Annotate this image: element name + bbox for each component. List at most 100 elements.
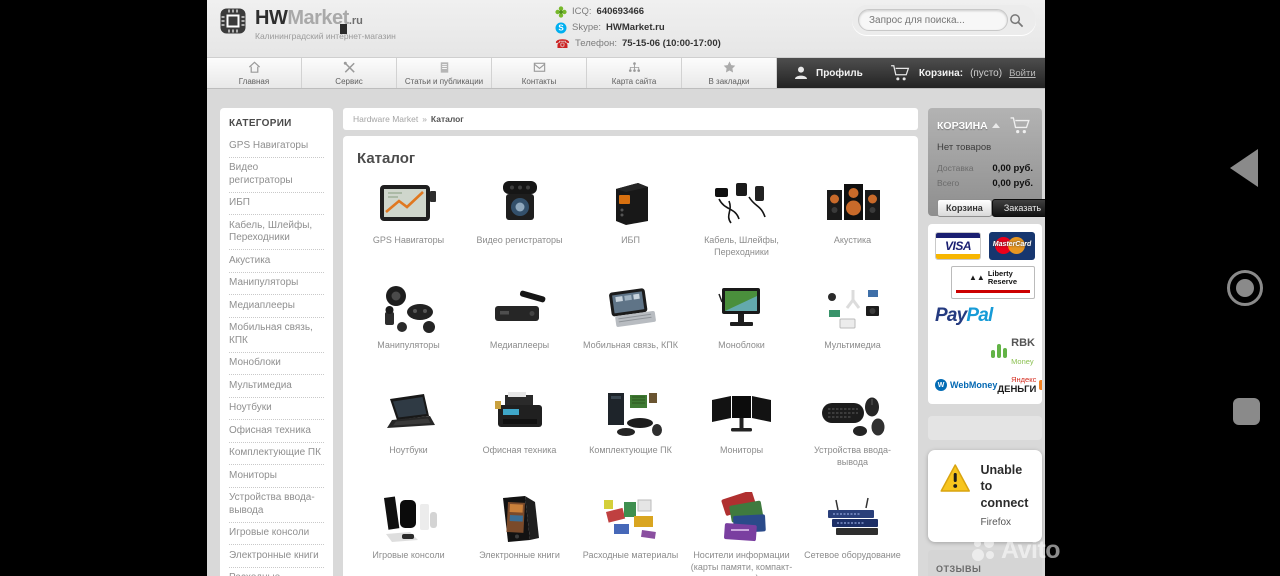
tile-multimedia[interactable]: Мультимедиа xyxy=(797,282,908,379)
tile-network[interactable]: Сетевое оборудование xyxy=(797,492,908,576)
breadcrumb: Hardware Market » Каталог xyxy=(343,108,918,130)
android-recents-button[interactable] xyxy=(1233,398,1260,425)
speakers-image xyxy=(826,184,880,220)
main-content: Hardware Market » Каталог Каталог GPS На… xyxy=(343,108,918,576)
webmoney-logo: W WebMoney xyxy=(935,379,997,391)
logo-subtitle: Калининградский интернет-магазин xyxy=(255,31,396,41)
cart-button[interactable]: Корзина xyxy=(937,199,992,217)
collapse-arrow-icon[interactable] xyxy=(991,123,1000,128)
menu-item-sitemap[interactable]: Карта сайта xyxy=(587,58,682,88)
sidebar-item-laptops[interactable]: Ноутбуки xyxy=(229,398,324,420)
keyboard-mouse-image xyxy=(821,397,884,436)
profile-link[interactable]: Профиль xyxy=(816,68,863,79)
sidebar-item-monitors[interactable]: Мониторы xyxy=(229,465,324,488)
tile-office-tech[interactable]: Офисная техника xyxy=(464,387,575,484)
sidebar-item-allinone[interactable]: Моноблоки xyxy=(229,353,324,375)
tile-storage[interactable]: Носители информации (карты памяти, компа… xyxy=(686,492,797,576)
visa-logo: VISA xyxy=(935,232,981,260)
allinone-pc-image xyxy=(717,288,760,326)
sidebar-item-ebooks[interactable]: Электронные книги xyxy=(229,545,324,568)
sidebar-item-consumables[interactable]: Расходные материалы xyxy=(229,568,324,576)
sidebar-item-mediaplayers[interactable]: Медиаплееры xyxy=(229,295,324,318)
tile-monitors[interactable]: Мониторы xyxy=(686,387,797,484)
tile-consumables[interactable]: Расходные материалы xyxy=(575,492,686,576)
printer-image xyxy=(494,392,542,427)
tile-mediaplayer[interactable]: Медиаплееры xyxy=(464,282,575,379)
tile-allinone[interactable]: Моноблоки xyxy=(686,282,797,379)
cart-widget-title[interactable]: КОРЗИНА xyxy=(937,120,988,132)
tile-ups[interactable]: ИБП xyxy=(575,177,686,274)
mastercard-logo: MasterCard xyxy=(989,232,1035,260)
tile-laptop[interactable]: Ноутбуки xyxy=(353,387,464,484)
menu-item-contacts[interactable]: Контакты xyxy=(492,58,587,88)
phone-icon: ☎ xyxy=(555,36,570,51)
sidebar-item-dvr[interactable]: Видео регистраторы xyxy=(229,158,324,193)
sidebar-item-consoles[interactable]: Игровые консоли xyxy=(229,523,324,545)
gps-navigator-image xyxy=(379,185,436,221)
sidebar-spacer-panel xyxy=(928,416,1042,440)
categories-list: GPS Навигаторы Видео регистраторы ИБП Ка… xyxy=(229,135,324,576)
sidebar-item-audio[interactable]: Акустика xyxy=(229,250,324,273)
tile-cables[interactable]: Кабель, Шлейфы, Переходники xyxy=(686,177,797,274)
chip-logo-icon xyxy=(220,8,246,34)
menu-item-home[interactable]: Главная xyxy=(207,58,302,88)
tile-gps[interactable]: GPS Навигаторы xyxy=(353,177,464,274)
yandex-wallet-icon xyxy=(1039,380,1042,390)
tile-mobile[interactable]: Мобильная связь, КПК xyxy=(575,282,686,379)
tile-controllers[interactable]: Манипуляторы xyxy=(353,282,464,379)
qiwi-logo: QIWIкошелек xyxy=(935,401,988,404)
reviews-panel[interactable]: ОТЗЫВЫ xyxy=(928,550,1042,576)
sidebar-item-io-devices[interactable]: Устройства ввода-вывода xyxy=(229,488,324,523)
sidebar-item-controllers[interactable]: Манипуляторы xyxy=(229,273,324,295)
cart-icon[interactable] xyxy=(890,64,912,82)
connection-error-popup: Unable to connect Firefox xyxy=(928,450,1042,542)
tile-dvr[interactable]: Видео регистраторы xyxy=(464,177,575,274)
sidebar-item-cables[interactable]: Кабель, Шлейфы, Переходники xyxy=(229,215,324,250)
order-button[interactable]: Заказать xyxy=(991,199,1045,217)
tile-consoles[interactable]: Игровые консоли xyxy=(353,492,464,576)
sidebar-item-mobile[interactable]: Мобильная связь, КПК xyxy=(229,318,324,353)
login-link[interactable]: Войти xyxy=(1009,68,1036,79)
site-header: HWMarket.ru Калининградский интернет-маг… xyxy=(207,0,1045,57)
rbk-money-logo: RBK Money xyxy=(991,333,1035,369)
sidebar-item-multimedia[interactable]: Мультимедиа xyxy=(229,375,324,398)
search-input[interactable] xyxy=(858,9,1008,31)
site-logo[interactable]: HWMarket.ru Калининградский интернет-маг… xyxy=(219,7,396,41)
breadcrumb-current: Каталог xyxy=(430,114,464,124)
cart-link-label[interactable]: Корзина: xyxy=(919,68,963,79)
menu-item-service[interactable]: Сервис xyxy=(302,58,397,88)
tile-ebooks[interactable]: Электронные книги xyxy=(464,492,575,576)
android-back-button[interactable] xyxy=(1230,149,1258,187)
menu-item-bookmark[interactable]: В закладки xyxy=(682,58,777,88)
home-icon xyxy=(248,61,260,73)
browser-page: HWMarket.ru Калининградский интернет-маг… xyxy=(207,0,1045,576)
sidebar-item-gps[interactable]: GPS Навигаторы xyxy=(229,135,324,158)
sidebar-item-office-tech[interactable]: Офисная техника xyxy=(229,420,324,443)
menu-item-articles[interactable]: Статьи и публикации xyxy=(397,58,492,88)
game-consoles-image xyxy=(383,496,437,542)
breadcrumb-root-link[interactable]: Hardware Market xyxy=(353,114,418,124)
sidebar-item-ups[interactable]: ИБП xyxy=(229,193,324,215)
search-box xyxy=(852,5,1036,35)
cart-widget-icon xyxy=(1010,117,1030,134)
laptop-image xyxy=(386,394,435,428)
android-home-button[interactable] xyxy=(1227,270,1263,306)
icq-icon xyxy=(555,5,567,18)
tile-io-devices[interactable]: Устройства ввода-вывода xyxy=(797,387,908,484)
search-icon[interactable] xyxy=(1009,13,1024,28)
consumables-image xyxy=(603,499,656,539)
tile-pc-parts[interactable]: Комплектующие ПК xyxy=(575,387,686,484)
menu-dark-section: Профиль Корзина: (пусто) Войти xyxy=(777,58,1045,88)
error-app-name: Firefox xyxy=(980,516,1012,528)
sidebar-item-pc-parts[interactable]: Комплектующие ПК xyxy=(229,443,324,465)
cart-total-row: Всего 0,00 руб. xyxy=(937,178,1033,189)
tile-speakers[interactable]: Акустика xyxy=(797,177,908,274)
monitors-image xyxy=(711,396,771,432)
categories-sidebar: КАТЕГОРИИ GPS Навигаторы Видео регистрат… xyxy=(220,108,333,576)
mouse-cursor xyxy=(340,24,347,34)
memory-cards-image xyxy=(721,492,766,542)
menu-light-section: Главная Сервис Статьи и публикации Конта… xyxy=(207,58,777,88)
cart-delivery-row: Доставка 0,00 руб. xyxy=(937,163,1033,174)
document-icon xyxy=(440,62,448,73)
profile-icon[interactable] xyxy=(793,65,809,81)
